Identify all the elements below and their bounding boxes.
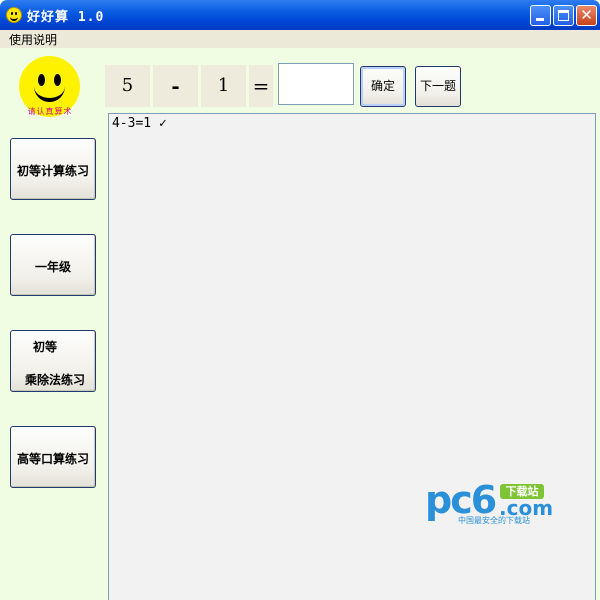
result-line: 4-3=1 ✓ [112,116,167,131]
next-question-button[interactable]: 下一题 [415,66,461,107]
close-icon: ✕ [580,6,593,24]
close-button[interactable]: ✕ [576,5,597,26]
advanced-mental-math-button[interactable]: 高等口算练习 [10,426,96,488]
maximize-button[interactable] [553,5,574,26]
results-textarea[interactable]: 4-3=1 ✓ pc6 下载站 .com 中国最安全的下载站 [108,113,596,600]
app-window: 好好算 1.0 ✕ 使用说明 请认真算术 初等计算练习 一年级 初等 乘除法练习… [0,0,600,600]
menu-item-help[interactable]: 使用说明 [9,31,57,48]
equals-sign: = [249,65,273,107]
button-label: 一年级 [34,260,71,274]
operand-1: 5 [105,65,150,107]
minimize-icon [536,18,544,21]
window-title: 好好算 1.0 [27,10,105,25]
operator: - [153,65,198,107]
operand-2: 1 [201,65,246,107]
button-label: 高等口算练习 [16,452,89,466]
minimize-button[interactable] [530,5,551,26]
button-label-line2: 乘除法练习 [25,373,86,387]
maximize-icon [558,10,569,21]
basic-calc-practice-button[interactable]: 初等计算练习 [10,138,96,200]
title-bar[interactable]: 好好算 1.0 ✕ [0,0,600,30]
button-label: 初等计算练习 [16,164,89,178]
logo: 请认真算术 [19,56,80,120]
watermark-logo: pc6 下载站 .com 中国最安全的下载站 [425,479,555,527]
button-label-line1: 初等 [33,340,58,354]
watermark-tagline: 中国最安全的下载站 [458,516,530,525]
basic-mul-div-practice-button[interactable]: 初等 乘除法练习 [10,330,96,392]
grade-one-button[interactable]: 一年级 [10,234,96,296]
menu-bar: 使用说明 [0,30,600,48]
confirm-button[interactable]: 确定 [360,66,406,107]
answer-input[interactable] [278,63,354,105]
logo-caption: 请认真算术 [27,107,73,116]
smiley-app-icon[interactable] [6,7,22,23]
